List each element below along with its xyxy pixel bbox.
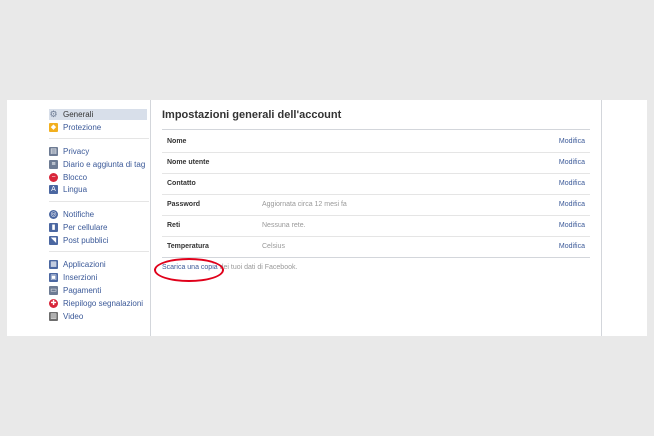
download-data-text: Scarica una copia dei tuoi dati di Faceb… [162, 264, 297, 271]
edit-link[interactable]: Modifica [559, 159, 585, 166]
right-column-divider [601, 100, 602, 336]
sidebar-item-label: Per cellulare [63, 223, 108, 232]
sidebar-item-generali[interactable]: ⚙ Generali [49, 109, 147, 120]
gear-icon: ⚙ [49, 109, 58, 119]
film-icon: ▥ [49, 312, 58, 321]
sidebar-item-diario[interactable]: ≡ Diario e aggiunta di tag [49, 159, 147, 170]
sidebar-item-inserzioni[interactable]: ▣ Inserzioni [49, 272, 147, 283]
lock-icon: ▤ [49, 147, 58, 156]
download-rest-text: dei tuoi dati di Facebook. [217, 264, 298, 271]
sidebar-item-label: Diario e aggiunta di tag [63, 160, 146, 169]
sidebar-divider [49, 251, 149, 252]
sidebar-item-pagamenti[interactable]: ▭ Pagamenti [49, 285, 147, 296]
apps-icon: ▦ [49, 260, 58, 269]
sidebar-item-label: Blocco [63, 173, 88, 182]
sidebar-item-notifiche[interactable]: ◎ Notifiche [49, 209, 147, 220]
row-label: Reti [167, 222, 181, 229]
sidebar-item-segnalazioni[interactable]: ✚ Riepilogo segnalazioni [49, 298, 147, 309]
row-label: Temperatura [167, 243, 209, 250]
sidebar-divider [49, 201, 149, 202]
settings-panel: ⚙ Generali ◆ Protezione ▤ Privacy ≡ Diar… [7, 100, 647, 336]
sidebar-item-lingua[interactable]: A Lingua [49, 184, 147, 195]
sidebar-item-post-pubblici[interactable]: ◥ Post pubblici [49, 235, 147, 246]
settings-row-temperatura: Temperatura Celsius Modifica [162, 236, 590, 258]
row-value: Nessuna rete. [262, 222, 306, 229]
ads-icon: ▣ [49, 273, 58, 282]
sidebar-item-applicazioni[interactable]: ▦ Applicazioni [49, 259, 147, 270]
sidebar-item-label: Video [63, 312, 84, 321]
sidebar-item-label: Privacy [63, 147, 90, 156]
rss-icon: ◥ [49, 236, 58, 245]
sidebar-item-protezione[interactable]: ◆ Protezione [49, 122, 147, 133]
sidebar-item-video[interactable]: ▥ Video [49, 311, 147, 322]
sidebar-item-label: Post pubblici [63, 236, 109, 245]
lifebuoy-icon: ✚ [49, 299, 58, 308]
sidebar-item-label: Generali [63, 110, 94, 119]
card-icon: ▭ [49, 286, 58, 295]
edit-link[interactable]: Modifica [559, 138, 585, 145]
row-label: Nome utente [167, 159, 210, 166]
sidebar-item-label: Applicazioni [63, 260, 106, 269]
edit-link[interactable]: Modifica [559, 222, 585, 229]
sidebar-item-blocco[interactable]: − Blocco [49, 172, 147, 183]
row-label: Nome [167, 138, 187, 145]
settings-row-password: Password Aggiornata circa 12 mesi fa Mod… [162, 194, 590, 216]
settings-main: Impostazioni generali dell'account Nome … [162, 100, 590, 336]
sidebar-item-label: Protezione [63, 123, 102, 132]
sidebar-item-label: Riepilogo segnalazioni [63, 299, 144, 308]
mobile-icon: ▮ [49, 223, 58, 232]
row-value: Aggiornata circa 12 mesi fa [262, 201, 347, 208]
shield-icon: ◆ [49, 123, 58, 132]
sidebar-item-cellulare[interactable]: ▮ Per cellulare [49, 222, 147, 233]
sidebar-item-privacy[interactable]: ▤ Privacy [49, 146, 147, 157]
settings-row-nome-utente: Nome utente Modifica [162, 152, 590, 174]
row-label: Password [167, 201, 201, 208]
sidebar-item-label: Lingua [63, 185, 88, 194]
language-icon: A [49, 185, 58, 194]
row-value: Celsius [262, 243, 285, 250]
sidebar-item-label: Pagamenti [63, 286, 102, 295]
page-title: Impostazioni generali dell'account [162, 109, 342, 121]
title-divider [162, 129, 590, 130]
sidebar-divider [49, 138, 149, 139]
edit-link[interactable]: Modifica [559, 243, 585, 250]
block-icon: − [49, 173, 58, 182]
settings-sidebar: ⚙ Generali ◆ Protezione ▤ Privacy ≡ Diar… [7, 100, 151, 336]
sidebar-item-label: Inserzioni [63, 273, 98, 282]
sidebar-item-label: Notifiche [63, 210, 95, 219]
globe-icon: ◎ [49, 210, 58, 219]
row-label: Contatto [167, 180, 196, 187]
settings-row-contatto: Contatto Modifica [162, 173, 590, 195]
download-copy-link[interactable]: Scarica una copia [162, 264, 218, 271]
settings-row-nome: Nome Modifica [162, 131, 590, 153]
timeline-icon: ≡ [49, 160, 58, 169]
edit-link[interactable]: Modifica [559, 201, 585, 208]
settings-row-reti: Reti Nessuna rete. Modifica [162, 215, 590, 237]
edit-link[interactable]: Modifica [559, 180, 585, 187]
